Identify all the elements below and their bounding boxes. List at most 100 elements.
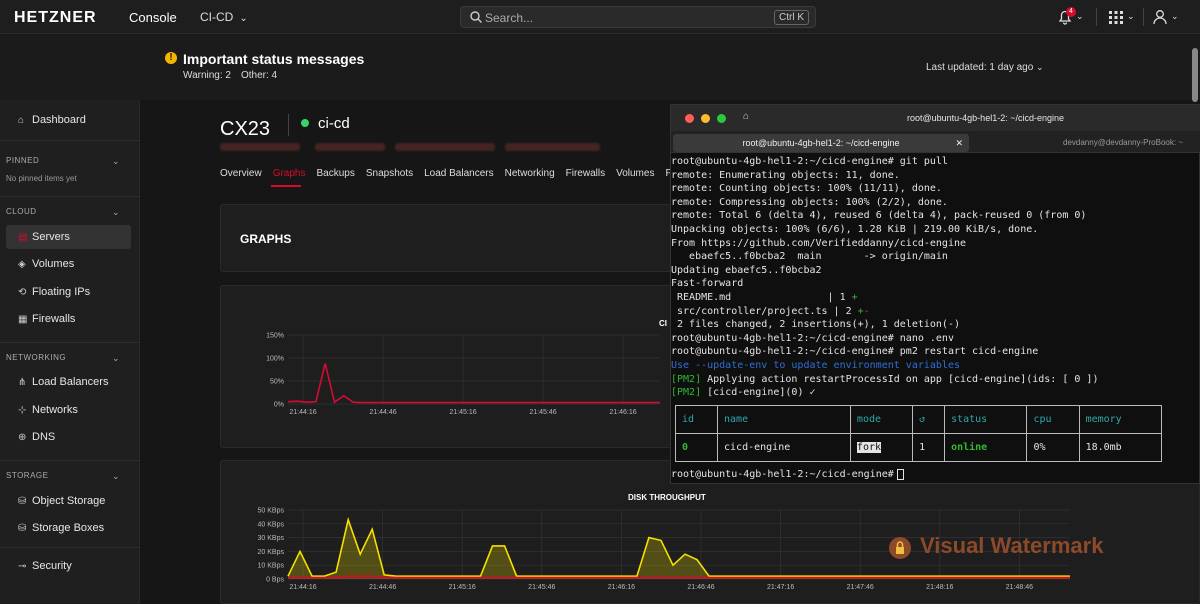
status-counts: Warning: 2 Other: 4 (183, 70, 287, 81)
chevron-down-icon: ⌄ (112, 353, 121, 363)
terminal-tab-other[interactable]: devdanny@devdanny-ProBook: ~ (1063, 138, 1183, 147)
table-cell: 0% (1026, 433, 1080, 462)
sidebar-item-dns[interactable]: ⊕ DNS (6, 425, 131, 449)
redacted-info (220, 143, 300, 151)
terminal-output[interactable]: root@ubuntu-4gb-hel1-2:~/cicd-engine# gi… (671, 153, 1200, 485)
table-header-row: id name mode ↺ status cpu memory (674, 405, 1163, 434)
terminal-title: root@ubuntu-4gb-hel1-2: ~/cicd-engine (907, 113, 1064, 123)
sidebar-item-storage-boxes[interactable]: ⛁ Storage Boxes (6, 516, 131, 540)
terminal-window[interactable]: ⌂ root@ubuntu-4gb-hel1-2: ~/cicd-engine … (670, 104, 1200, 484)
pm2-tag: [PM2] (671, 387, 702, 399)
sidebar-item-security[interactable]: ⊸ Security (6, 554, 131, 578)
sidebar-item-servers[interactable]: ▤ Servers (6, 225, 131, 249)
section-label: STORAGE (6, 471, 49, 480)
x-tick-label: 21:48:46 (1006, 584, 1033, 591)
sidebar-item-label: Servers (32, 231, 70, 243)
sidebar-item-label: Volumes (32, 258, 75, 270)
x-tick-label: 21:44:16 (289, 409, 316, 416)
tab-networking[interactable]: Networking (505, 168, 555, 179)
user-icon[interactable] (1151, 8, 1169, 26)
section-pinned[interactable]: PINNED ⌄ (6, 156, 120, 166)
sidebar-item-load-balancers[interactable]: ⋔ Load Balancers (6, 370, 131, 394)
redacted-info (395, 143, 495, 151)
watermark-text: Visual Watermark (920, 533, 1104, 558)
volume-icon: ◈ (18, 259, 26, 270)
table-header: ↺ (912, 405, 946, 434)
terminal-line: Fast-forward (671, 278, 744, 290)
x-tick-label: 21:48:16 (926, 584, 953, 591)
y-tick-label: 20 KBps (258, 549, 285, 556)
project-selector[interactable]: CI-CD ⌄ (200, 10, 248, 24)
chevron-down-icon[interactable]: ⌄ (1076, 11, 1084, 22)
tab-backups[interactable]: Backups (316, 168, 354, 179)
warning-count: Warning: 2 (183, 70, 231, 81)
divider (1096, 8, 1097, 26)
terminal-line: root@ubuntu-4gb-hel1-2:~/cicd-engine# pm… (671, 346, 1039, 358)
table-row: 0 cicd-engine fork 1 online 0% 18.0mb (674, 433, 1163, 462)
tab-snapshots[interactable]: Snapshots (366, 168, 413, 179)
tab-load-balancers[interactable]: Load Balancers (424, 168, 494, 179)
section-networking[interactable]: NETWORKING ⌄ (6, 353, 120, 363)
scrollbar[interactable] (1192, 48, 1198, 102)
table-header: mode (849, 405, 914, 434)
terminal-titlebar[interactable]: ⌂ root@ubuntu-4gb-hel1-2: ~/cicd-engine (671, 105, 1200, 131)
y-tick-label: 100% (266, 356, 284, 363)
table-cell: 1 (912, 433, 946, 462)
chevron-down-icon[interactable]: ⌄ (1127, 11, 1135, 22)
maximize-window-icon[interactable] (717, 114, 726, 123)
section-label: CLOUD (6, 207, 37, 216)
terminal-line: README.md | 1 + (671, 291, 858, 305)
storage-box-icon: ⛁ (18, 523, 27, 534)
terminal-line: root@ubuntu-4gb-hel1-2:~/cicd-engine# gi… (671, 156, 948, 167)
chevron-down-icon[interactable]: ⌄ (1171, 11, 1179, 22)
globe-icon: ⊕ (18, 432, 27, 443)
apps-grid-icon[interactable] (1107, 8, 1125, 26)
sidebar-item-networks[interactable]: ⊹ Networks (6, 398, 131, 422)
network-icon: ⊹ (18, 405, 27, 416)
divider (0, 140, 140, 141)
server-icon: ▤ (18, 232, 28, 243)
minimize-window-icon[interactable] (701, 114, 710, 123)
y-tick-label: 0% (274, 402, 284, 409)
status-indicator (301, 119, 309, 127)
search-shortcut: Ctrl K (774, 10, 809, 25)
terminal-line: From https://github.com/Verifieddanny/ci… (671, 237, 967, 249)
divider (288, 114, 289, 136)
tab-volumes[interactable]: Volumes (616, 168, 654, 179)
section-cloud[interactable]: CLOUD ⌄ (6, 207, 120, 217)
table-header: id (674, 405, 719, 434)
last-updated[interactable]: Last updated: 1 day ago ⌄ (926, 62, 1044, 73)
x-tick-label: 21:45:46 (529, 409, 556, 416)
divider (1143, 8, 1144, 26)
terminal-line: Unpacking objects: 100% (6/6), 1.28 KiB … (671, 224, 1039, 235)
table-header: name (717, 405, 851, 434)
tab-firewalls[interactable]: Firewalls (566, 168, 605, 179)
server-name[interactable]: ci-cd (318, 115, 350, 132)
chevron-down-icon: ⌄ (112, 156, 121, 166)
status-messages-title[interactable]: Important status messages (183, 51, 364, 67)
terminal-prompt-line[interactable]: root@ubuntu-4gb-hel1-2:~/cicd-engine# (671, 468, 904, 482)
sidebar-item-object-storage[interactable]: ⛁ Object Storage (6, 489, 131, 513)
y-tick-label: 30 KBps (258, 535, 285, 542)
section-label: PINNED (6, 156, 40, 165)
diff-file: src/controller/project.ts | 2 (671, 305, 858, 317)
search-placeholder: Search... (485, 11, 534, 25)
pm2-process-table: id name mode ↺ status cpu memory 0 cicd-… (674, 405, 1163, 462)
x-tick-label: 21:47:46 (847, 584, 874, 591)
search-input[interactable]: Search... Ctrl K (460, 6, 816, 28)
sidebar-item-volumes[interactable]: ◈ Volumes (6, 252, 131, 276)
terminal-tab-active[interactable]: root@ubuntu-4gb-hel1-2: ~/cicd-engine ✕ (673, 134, 969, 152)
section-storage[interactable]: STORAGE ⌄ (6, 471, 120, 481)
load-balancer-icon: ⋔ (18, 377, 27, 388)
tab-graphs[interactable]: Graphs (273, 168, 306, 179)
terminal-line: 2 files changed, 2 insertions(+), 1 dele… (671, 319, 960, 331)
close-icon[interactable]: ✕ (955, 134, 963, 152)
sidebar-item-floating-ips[interactable]: ⟲ Floating IPs (6, 280, 131, 304)
close-window-icon[interactable] (685, 114, 694, 123)
terminal-line: Updating ebaefc5..f0bcba2 (671, 264, 822, 276)
hetzner-logo[interactable]: HETZNER (14, 9, 97, 27)
sidebar-item-dashboard[interactable]: ⌂ Dashboard (6, 108, 131, 132)
x-tick-label: 21:46:16 (609, 409, 636, 416)
tab-overview[interactable]: Overview (220, 168, 262, 179)
sidebar-item-firewalls[interactable]: ▦ Firewalls (6, 307, 131, 331)
